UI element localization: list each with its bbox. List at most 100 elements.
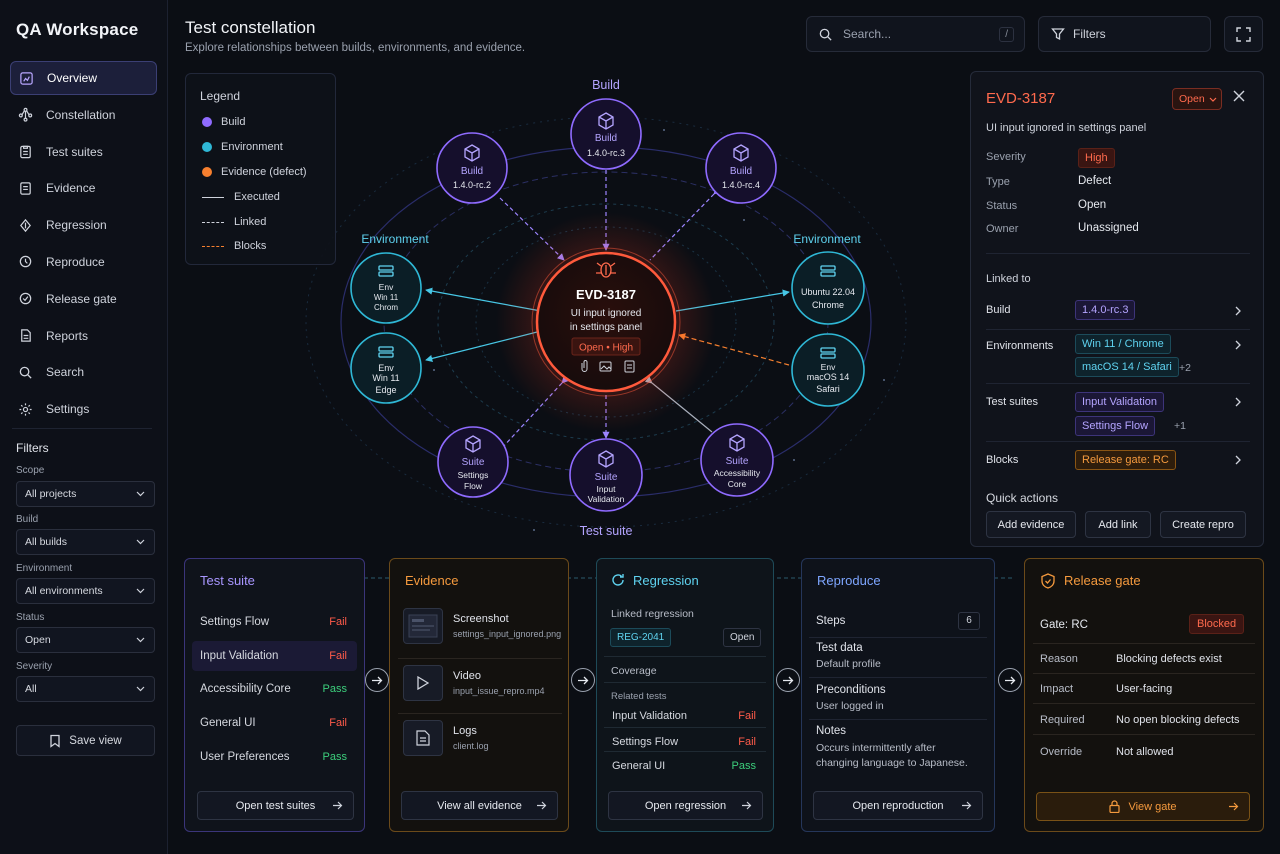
evidence-item[interactable]: Screenshot settings_input_ignored.png (398, 602, 562, 650)
gate-value: Not allowed (1116, 746, 1174, 758)
next-arrow-button[interactable] (571, 668, 595, 692)
next-arrow-button[interactable] (365, 668, 389, 692)
nav-item-overview[interactable]: Overview (10, 61, 157, 95)
log-file-icon (403, 719, 443, 756)
nav-item-constellation[interactable]: Constellation (10, 98, 157, 132)
node-type: Build (461, 166, 483, 177)
report-icon (21, 329, 31, 342)
evidence-name: Screenshot (453, 613, 509, 625)
arrow-right-icon (333, 801, 343, 810)
severity-label: Severity (16, 661, 53, 672)
gate-value: No open blocking defects (1116, 714, 1240, 726)
button-label: Open reproduction (852, 799, 944, 812)
arrow-right-icon (782, 676, 793, 684)
next-arrow-button[interactable] (776, 668, 800, 692)
gate-status-badge: Blocked (1189, 614, 1245, 634)
severity-select[interactable]: All (16, 676, 155, 702)
nav-label: Test suites (46, 144, 103, 159)
group-label-build: Build (592, 78, 620, 92)
divider (1033, 673, 1255, 674)
evidence-item[interactable]: Video input_issue_repro.mp4 (398, 658, 562, 706)
regression-ticket[interactable]: REG-2041 (610, 628, 672, 647)
scope-select[interactable]: All projects (16, 481, 155, 507)
button-label: Open test suites (235, 799, 316, 812)
nav-item-release-gate[interactable]: Release gate (10, 282, 157, 316)
table-row[interactable]: Settings Flow Fail (192, 607, 357, 637)
reproduce-icon (19, 256, 32, 268)
add-link-button[interactable]: Add link (1085, 511, 1151, 538)
environment-value: All environments (25, 585, 103, 597)
arrow-right-icon (371, 676, 382, 684)
chevron-right-icon[interactable] (1235, 397, 1241, 407)
status-dropdown[interactable]: Open (1172, 88, 1222, 110)
nav-label: Reproduce (46, 254, 105, 269)
status-select[interactable]: Open (16, 627, 155, 653)
evidence-item[interactable]: Logs client.log (398, 713, 562, 761)
table-row[interactable]: General UI Pass (604, 751, 766, 779)
open-regression-button[interactable]: Open regression (608, 791, 763, 820)
nav-item-regression[interactable]: Regression (10, 208, 157, 242)
open-test-suites-button[interactable]: Open test suites (197, 791, 354, 820)
env-link[interactable]: macOS 14 / Safari (1075, 357, 1179, 377)
legend-label: Evidence (defect) (221, 166, 307, 178)
nav-label: Overview (47, 71, 98, 85)
related-tests-label: Related tests (611, 691, 667, 702)
chevron-down-icon (136, 637, 145, 643)
suite-link[interactable]: Settings Flow (1075, 416, 1156, 436)
env-link[interactable]: Win 11 / Chrome (1075, 334, 1171, 354)
build-key: Build (986, 304, 1011, 316)
legend-title: Legend (200, 89, 241, 103)
view-gate-button[interactable]: View gate (1036, 792, 1250, 821)
table-row[interactable]: Accessibility Core Pass (192, 674, 357, 704)
next-arrow-button[interactable] (998, 668, 1022, 692)
add-evidence-button[interactable]: Add evidence (986, 511, 1076, 538)
chevron-right-icon[interactable] (1235, 306, 1241, 316)
severity-value: All (25, 683, 37, 695)
suite-more[interactable]: +1 (1174, 420, 1186, 432)
search-icon (19, 366, 32, 379)
environment-select[interactable]: All environments (16, 578, 155, 604)
preconditions-label: Preconditions (816, 684, 886, 696)
group-label-suite: Test suite (580, 524, 633, 538)
nav-item-reports[interactable]: Reports (10, 319, 157, 353)
evidence-panel: Evidence Screenshot settings_input_ignore… (389, 558, 569, 832)
blocks-link[interactable]: Release gate: RC (1075, 450, 1176, 470)
chevron-right-icon[interactable] (1235, 455, 1241, 465)
save-view-button[interactable]: Save view (16, 725, 155, 756)
close-icon[interactable] (1233, 90, 1245, 102)
table-row[interactable]: General UI Fail (192, 708, 357, 738)
table-row[interactable]: Input Validation Fail (192, 641, 357, 671)
gate-key: Impact (1040, 683, 1074, 695)
build-select[interactable]: All builds (16, 529, 155, 555)
arrow-right-icon (577, 676, 588, 684)
search-input[interactable]: Search... / (806, 16, 1025, 52)
severity-key: Severity (986, 151, 1026, 163)
suite-name: User Preferences (200, 751, 290, 763)
legend-label: Linked (234, 216, 267, 228)
view-all-evidence-button[interactable]: View all evidence (401, 791, 558, 820)
evidence-name: Logs (453, 724, 477, 737)
env-more[interactable]: +2 (1179, 362, 1191, 374)
table-row[interactable]: Input Validation Fail (604, 702, 766, 730)
panel-title: Regression (633, 573, 699, 588)
create-repro-button[interactable]: Create repro (1160, 511, 1246, 538)
dashed-orange-line (202, 245, 224, 247)
blocks-key: Blocks (986, 454, 1019, 466)
nav-item-test-suites[interactable]: Test suites (10, 135, 157, 169)
sidebar: QA Workspace Overview Constellation Test… (0, 0, 168, 854)
chevron-right-icon[interactable] (1235, 340, 1241, 350)
nav-item-search[interactable]: Search (10, 355, 157, 389)
nav-item-settings[interactable]: Settings (10, 392, 157, 426)
test-name: Input Validation (612, 710, 688, 722)
suite-link[interactable]: Input Validation (1075, 392, 1165, 412)
build-link[interactable]: 1.4.0-rc.3 (1075, 300, 1136, 320)
nav-item-evidence[interactable]: Evidence (10, 171, 157, 205)
filters-button[interactable]: Filters (1038, 16, 1211, 52)
linked-regression-label: Linked regression (611, 608, 694, 620)
fullscreen-button[interactable] (1224, 16, 1263, 52)
node-line: Safari (816, 384, 840, 394)
table-row[interactable]: User Preferences Pass (192, 742, 357, 772)
open-reproduction-button[interactable]: Open reproduction (813, 791, 983, 820)
nav-item-reproduce[interactable]: Reproduce (10, 245, 157, 279)
node-line: Env (379, 282, 394, 292)
